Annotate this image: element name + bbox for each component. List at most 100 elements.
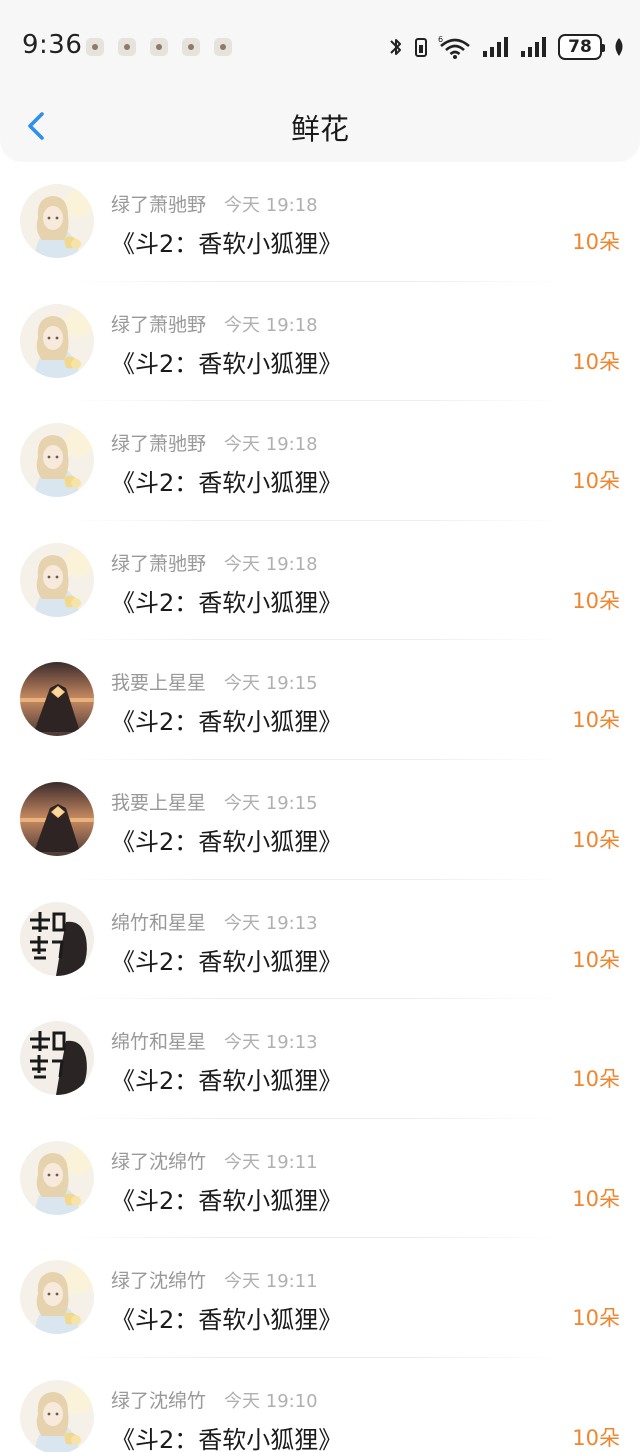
anime-girl-avatar	[20, 1260, 94, 1335]
avatar[interactable]	[20, 1379, 94, 1452]
anime-girl-avatar	[20, 184, 94, 258]
navigation-bar: 鲜花	[0, 96, 640, 156]
user-name[interactable]: 绵竹和星星	[111, 1031, 206, 1053]
book-title[interactable]: 《斗2：香软小狐狸》	[111, 1061, 342, 1096]
record-meta: 绿了萧驰野 今天 19:18	[111, 190, 318, 217]
record-time: 今天 19:13	[224, 912, 318, 934]
record-meta: 绿了萧驰野 今天 19:18	[111, 429, 318, 456]
anime-girl-avatar	[20, 1140, 94, 1215]
list-item[interactable]: 绵竹和星星 今天 19:13 《斗2：香软小狐狸》 10朵	[0, 880, 640, 1000]
record-time: 今天 19:15	[224, 673, 318, 695]
notification-icons	[86, 38, 232, 56]
avatar[interactable]	[20, 542, 94, 617]
flower-amount: 10朵	[572, 1067, 620, 1092]
user-name[interactable]: 绿了萧驰野	[111, 194, 206, 216]
avatar[interactable]	[20, 1021, 94, 1096]
flower-amount: 10朵	[572, 1425, 620, 1450]
record-meta: 绿了沈绵竹 今天 19:11	[111, 1266, 318, 1293]
record-meta: 绿了萧驰野 今天 19:18	[111, 549, 318, 576]
avatar[interactable]	[20, 781, 94, 856]
app-notification-icon	[182, 38, 200, 56]
anime-girl-avatar	[20, 303, 94, 378]
book-title[interactable]: 《斗2：香软小狐狸》	[111, 583, 342, 618]
avatar[interactable]	[20, 662, 94, 737]
bluetooth-icon	[390, 39, 401, 55]
flower-amount: 10朵	[572, 349, 620, 374]
list-item[interactable]: 绿了萧驰野 今天 19:18 《斗2：香软小狐狸》 10朵	[0, 521, 640, 641]
record-meta: 我要上星星 今天 19:15	[111, 788, 318, 815]
app-notification-icon	[118, 38, 136, 56]
flower-amount: 10朵	[572, 588, 620, 613]
leaf-icon	[615, 38, 623, 56]
book-title[interactable]: 《斗2：香软小狐狸》	[111, 1300, 342, 1335]
list-item[interactable]: 绿了萧驰野 今天 19:18 《斗2：香软小狐狸》 10朵	[0, 401, 640, 521]
status-bar: 9:36 6 78	[0, 0, 640, 96]
page-title: 鲜花	[290, 112, 349, 146]
app-notification-icon	[214, 38, 232, 56]
user-name[interactable]: 绿了萧驰野	[111, 553, 206, 575]
avatar[interactable]	[20, 1140, 94, 1215]
status-time: 9:36	[22, 30, 83, 60]
avatar[interactable]	[20, 303, 94, 378]
avatar[interactable]	[20, 423, 94, 498]
book-title[interactable]: 《斗2：香软小狐狸》	[111, 1420, 342, 1452]
list-item[interactable]: 绿了沈绵竹 今天 19:11 《斗2：香软小狐狸》 10朵	[0, 1238, 640, 1358]
record-time: 今天 19:11	[224, 1271, 318, 1293]
book-title[interactable]: 《斗2：香软小狐狸》	[111, 1181, 342, 1216]
avatar[interactable]	[20, 901, 94, 976]
user-name[interactable]: 绿了萧驰野	[111, 433, 206, 455]
flower-records-list: 绿了萧驰野 今天 19:18 《斗2：香软小狐狸》 10朵 绿了萧驰野 今天 19:…	[0, 162, 640, 1452]
book-title[interactable]: 《斗2：香软小狐狸》	[111, 463, 342, 498]
list-item[interactable]: 绿了沈绵竹 今天 19:10 《斗2：香软小狐狸》 10朵	[0, 1358, 640, 1452]
record-time: 今天 19:15	[224, 792, 318, 814]
flower-amount: 10朵	[572, 469, 620, 494]
app-notification-icon	[150, 38, 168, 56]
record-meta: 绵竹和星星 今天 19:13	[111, 908, 318, 935]
flower-amount: 10朵	[572, 827, 620, 852]
book-title[interactable]: 《斗2：香软小狐狸》	[111, 822, 342, 857]
user-name[interactable]: 绿了沈绵竹	[111, 1390, 206, 1412]
signal-icon	[521, 37, 546, 57]
record-time: 今天 19:18	[224, 553, 318, 575]
list-item[interactable]: 绿了萧驰野 今天 19:18 《斗2：香软小狐狸》 10朵	[0, 162, 640, 282]
calligraphy-avatar	[20, 901, 94, 976]
user-name[interactable]: 绿了萧驰野	[111, 314, 206, 336]
record-meta: 绵竹和星星 今天 19:13	[111, 1027, 318, 1054]
user-name[interactable]: 绿了沈绵竹	[111, 1270, 206, 1292]
flower-amount: 10朵	[572, 1186, 620, 1211]
calligraphy-avatar	[20, 1021, 94, 1096]
user-name[interactable]: 我要上星星	[111, 792, 206, 814]
anime-girl-avatar	[20, 423, 94, 498]
phone-vibrate-icon	[415, 38, 427, 57]
battery-icon: 78	[558, 34, 605, 60]
book-title[interactable]: 《斗2：香软小狐狸》	[111, 942, 342, 977]
record-meta: 绿了沈绵竹 今天 19:10	[111, 1386, 318, 1413]
avatar[interactable]	[20, 184, 94, 258]
list-item[interactable]: 我要上星星 今天 19:15 《斗2：香软小狐狸》 10朵	[0, 640, 640, 760]
book-title[interactable]: 《斗2：香软小狐狸》	[111, 224, 342, 259]
anime-girl-avatar	[20, 542, 94, 617]
record-meta: 绿了沈绵竹 今天 19:11	[111, 1147, 318, 1174]
wifi-6-icon: 6	[438, 35, 470, 59]
record-time: 今天 19:18	[224, 195, 318, 216]
list-item[interactable]: 我要上星星 今天 19:15 《斗2：香软小狐狸》 10朵	[0, 760, 640, 880]
user-name[interactable]: 绵竹和星星	[111, 912, 206, 934]
user-name[interactable]: 我要上星星	[111, 672, 206, 694]
sunset-hands-avatar	[20, 662, 94, 737]
flower-amount: 10朵	[572, 947, 620, 972]
record-meta: 绿了萧驰野 今天 19:18	[111, 310, 318, 337]
list-item[interactable]: 绿了沈绵竹 今天 19:11 《斗2：香软小狐狸》 10朵	[0, 1119, 640, 1239]
avatar[interactable]	[20, 1260, 94, 1335]
book-title[interactable]: 《斗2：香软小狐狸》	[111, 344, 342, 379]
signal-icon	[483, 37, 508, 57]
flower-amount: 10朵	[572, 708, 620, 733]
record-time: 今天 19:18	[224, 314, 318, 336]
user-name[interactable]: 绿了沈绵竹	[111, 1151, 206, 1173]
book-title[interactable]: 《斗2：香软小狐狸》	[111, 702, 342, 737]
record-meta: 我要上星星 今天 19:15	[111, 668, 318, 695]
app-notification-icon	[86, 38, 104, 56]
flower-amount: 10朵	[572, 1306, 620, 1331]
top-bar: 9:36 6 78 鲜花	[0, 0, 640, 162]
list-item[interactable]: 绿了萧驰野 今天 19:18 《斗2：香软小狐狸》 10朵	[0, 282, 640, 402]
list-item[interactable]: 绵竹和星星 今天 19:13 《斗2：香软小狐狸》 10朵	[0, 999, 640, 1119]
